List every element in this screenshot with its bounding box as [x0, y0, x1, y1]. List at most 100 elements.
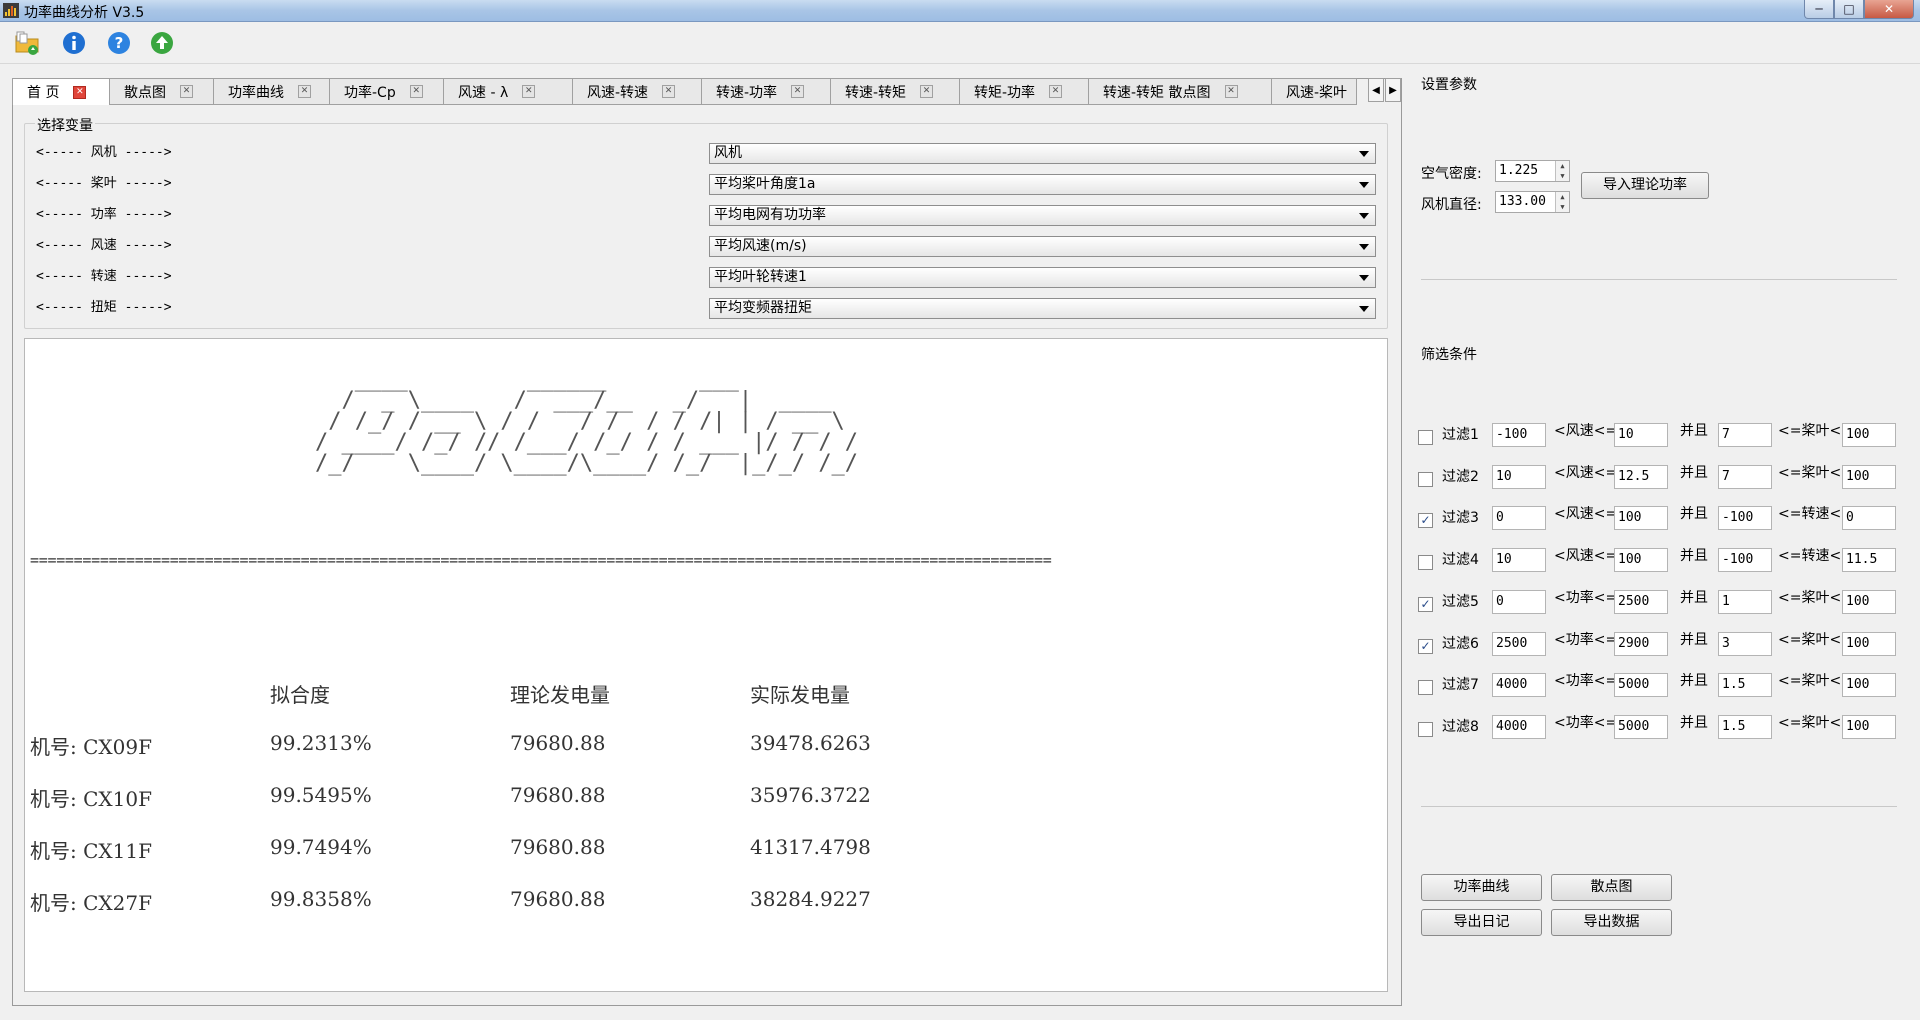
- variable-select[interactable]: 风机: [709, 143, 1376, 164]
- variable-select[interactable]: 平均叶轮转速1: [709, 267, 1376, 288]
- tab-1[interactable]: 散点图 ✕: [109, 78, 214, 105]
- filter-min-input[interactable]: 10: [1492, 548, 1546, 573]
- filter-checkbox[interactable]: [1418, 471, 1433, 487]
- filter-checkbox[interactable]: [1418, 680, 1433, 696]
- filter-max2-input[interactable]: 100: [1842, 464, 1896, 489]
- filter-max-input[interactable]: 5000: [1614, 673, 1668, 698]
- tab-7[interactable]: 转速-转矩 ✕: [830, 78, 960, 105]
- filter-checkbox[interactable]: [1418, 430, 1433, 445]
- help-icon[interactable]: ?: [106, 30, 132, 56]
- diameter-label: 风机直径:: [1421, 197, 1482, 213]
- filter-max-input[interactable]: 100: [1614, 506, 1668, 531]
- close-button[interactable]: ✕: [1864, 0, 1914, 19]
- tab-close-icon[interactable]: ✕: [791, 85, 805, 98]
- tab-scroll-right-icon[interactable]: ▶: [1385, 78, 1401, 102]
- filter-min-input[interactable]: 0: [1492, 506, 1546, 531]
- filter-max2-input[interactable]: 11.5: [1842, 548, 1896, 573]
- filter-max2-input[interactable]: 100: [1842, 589, 1896, 614]
- tab-close-icon[interactable]: ✕: [920, 85, 934, 98]
- scatter-button[interactable]: 散点图: [1551, 874, 1672, 901]
- info-icon[interactable]: [61, 30, 87, 56]
- tab-8[interactable]: 转矩-功率 ✕: [959, 78, 1089, 105]
- chevron-down-icon[interactable]: [1359, 213, 1369, 219]
- filter-checkbox[interactable]: ✓: [1418, 513, 1433, 529]
- result-cell-id: 机号: CX10F: [30, 787, 152, 811]
- open-folder-icon[interactable]: [14, 30, 40, 56]
- filter-checkbox[interactable]: ✓: [1418, 596, 1433, 612]
- filter-min-input[interactable]: 4000: [1492, 673, 1546, 698]
- filter-min2-input[interactable]: 3: [1718, 631, 1772, 656]
- chevron-down-icon[interactable]: [1359, 275, 1369, 281]
- air-density-input[interactable]: 1.225 ▲ ▼: [1495, 160, 1570, 182]
- filter-max-input[interactable]: 2500: [1614, 589, 1668, 614]
- filter-max-input[interactable]: 10: [1614, 423, 1668, 447]
- filter-min2-input[interactable]: 1.5: [1718, 673, 1772, 698]
- tab-scroll-left-icon[interactable]: ◀: [1368, 78, 1384, 102]
- import-power-button[interactable]: 导入理论功率: [1581, 172, 1709, 199]
- tab-2[interactable]: 功率曲线 ✕: [213, 78, 330, 105]
- filter-max-input[interactable]: 12.5: [1614, 464, 1668, 489]
- tab-close-icon[interactable]: ✕: [73, 85, 87, 99]
- filter-max2-input[interactable]: 100: [1842, 714, 1896, 739]
- tab-0[interactable]: 首 页 ✕: [12, 78, 110, 105]
- filter-min-input[interactable]: 10: [1492, 464, 1546, 489]
- filter-var1-label: <功率<=: [1554, 589, 1618, 606]
- tab-close-icon[interactable]: ✕: [298, 85, 311, 98]
- tab-close-icon[interactable]: ✕: [662, 85, 676, 98]
- tab-4[interactable]: 风速 - λ ✕: [443, 78, 573, 105]
- tab-close-icon[interactable]: ✕: [1224, 85, 1238, 98]
- filter-min2-input[interactable]: 7: [1718, 423, 1772, 447]
- maximize-button[interactable]: □: [1834, 0, 1864, 19]
- chevron-down-icon[interactable]: [1359, 182, 1369, 188]
- filter-checkbox[interactable]: [1418, 721, 1433, 737]
- spin-up-icon[interactable]: ▲: [1555, 161, 1569, 171]
- filter-min2-input[interactable]: 1.5: [1718, 714, 1772, 739]
- chevron-down-icon[interactable]: [1359, 306, 1369, 312]
- diameter-input[interactable]: 133.00 ▲ ▼: [1495, 191, 1570, 213]
- variable-select[interactable]: 平均变频器扭矩: [709, 298, 1376, 319]
- tab-3[interactable]: 功率-Cp ✕: [329, 78, 444, 105]
- filter-max-input[interactable]: 2900: [1614, 631, 1668, 656]
- chevron-down-icon[interactable]: [1359, 244, 1369, 250]
- tab-6[interactable]: 转速-功率 ✕: [701, 78, 831, 105]
- variable-select[interactable]: 平均电网有功功率: [709, 205, 1376, 226]
- spin-up-icon[interactable]: ▲: [1555, 192, 1569, 202]
- spin-down-icon[interactable]: ▼: [1555, 171, 1569, 181]
- filter-max2-input[interactable]: 100: [1842, 631, 1896, 656]
- chevron-down-icon[interactable]: [1359, 151, 1369, 157]
- tab-close-icon[interactable]: ✕: [409, 85, 423, 98]
- filter-max2-input[interactable]: 0: [1842, 506, 1896, 531]
- filter-max-input[interactable]: 5000: [1614, 714, 1668, 739]
- tab-10[interactable]: 风速-桨叶: [1271, 78, 1357, 105]
- export-data-button[interactable]: 导出数据: [1551, 909, 1672, 936]
- power-curve-button[interactable]: 功率曲线: [1421, 874, 1542, 901]
- title-bar: 功率曲线分析 V3.5 ─ □ ✕: [0, 0, 1920, 22]
- filter-checkbox[interactable]: ✓: [1418, 638, 1433, 654]
- filter-min2-input[interactable]: 7: [1718, 464, 1772, 489]
- variable-select[interactable]: 平均桨叶角度1a: [709, 174, 1376, 195]
- air-density-label: 空气密度:: [1421, 166, 1482, 182]
- filter-min-input[interactable]: 2500: [1492, 631, 1546, 656]
- upload-icon[interactable]: [149, 30, 175, 56]
- filter-min2-input[interactable]: -100: [1718, 548, 1772, 573]
- tab-close-icon[interactable]: ✕: [180, 85, 193, 98]
- filter-min2-input[interactable]: 1: [1718, 589, 1772, 614]
- tab-5[interactable]: 风速-转速 ✕: [572, 78, 702, 105]
- filter-min-input[interactable]: 0: [1492, 589, 1546, 614]
- export-log-button[interactable]: 导出日记: [1421, 909, 1542, 936]
- filter-max2-input[interactable]: 100: [1842, 423, 1896, 447]
- filter-min-input[interactable]: 4000: [1492, 714, 1546, 739]
- tab-close-icon[interactable]: ✕: [1049, 85, 1063, 98]
- filter-max-input[interactable]: 100: [1614, 548, 1668, 573]
- result-cell-theory: 79680.88: [510, 783, 606, 807]
- variable-select[interactable]: 平均风速(m/s): [709, 236, 1376, 257]
- tab-close-icon[interactable]: ✕: [522, 85, 536, 98]
- minimize-button[interactable]: ─: [1804, 0, 1834, 19]
- tab-label: 转速-功率: [716, 84, 778, 101]
- filter-checkbox[interactable]: [1418, 555, 1433, 571]
- tab-9[interactable]: 转速-转矩 散点图 ✕: [1088, 78, 1272, 105]
- spin-down-icon[interactable]: ▼: [1555, 202, 1569, 212]
- filter-min-input[interactable]: -100: [1492, 423, 1546, 447]
- filter-max2-input[interactable]: 100: [1842, 673, 1896, 698]
- filter-min2-input[interactable]: -100: [1718, 506, 1772, 531]
